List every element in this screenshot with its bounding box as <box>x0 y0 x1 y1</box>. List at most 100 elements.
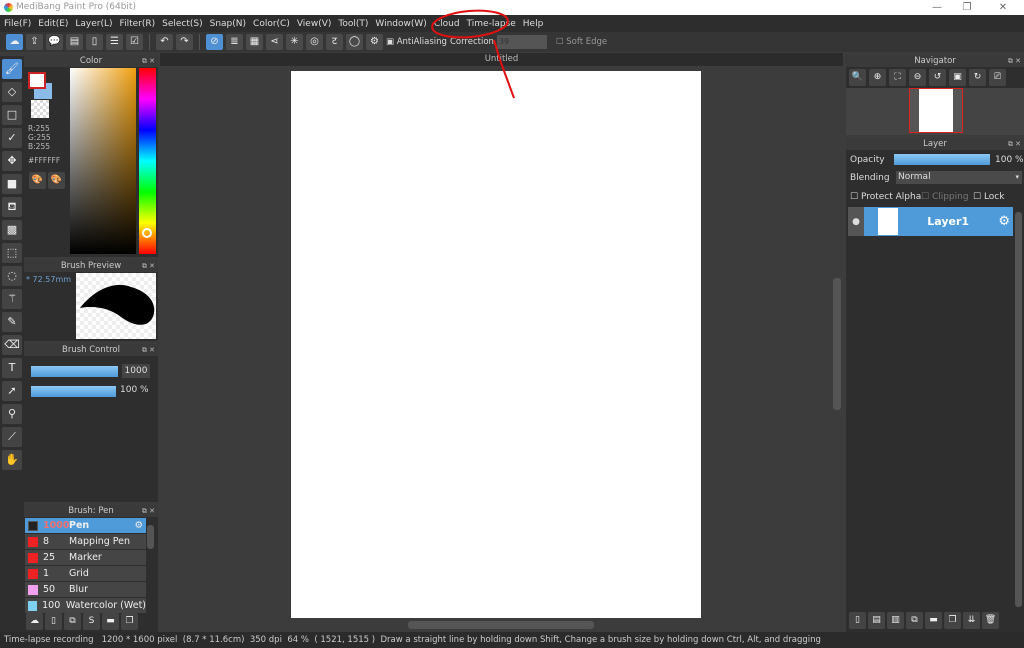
operation-tool-icon[interactable]: ➚ <box>2 381 22 401</box>
new-halftone-layer-icon[interactable]: ▤ <box>868 612 885 629</box>
brush-size-value[interactable]: 1000 <box>122 364 150 378</box>
magic-wand-tool-icon[interactable]: ⚚ <box>2 289 22 309</box>
menu-time-lapse[interactable]: Time-lapse <box>467 19 516 29</box>
duplicate-icon[interactable]: ❐ <box>121 613 138 630</box>
foreground-color-swatch[interactable] <box>28 72 46 89</box>
menu-filter[interactable]: Filter(R) <box>120 19 156 29</box>
new-8bit-layer-icon[interactable]: ▥ <box>887 612 904 629</box>
menu-snap[interactable]: Snap(N) <box>210 19 246 29</box>
curve-snap-icon[interactable]: ट <box>326 34 343 50</box>
delete-layer-icon[interactable]: 🗑 <box>982 612 999 629</box>
soft-edge-checkbox[interactable]: ☐ Soft Edge <box>556 37 607 47</box>
radial-snap-icon[interactable]: ✳ <box>286 34 303 50</box>
brush-item[interactable]: 25 Marker <box>25 550 146 566</box>
gradient-tool-icon[interactable]: ▩ <box>2 220 22 240</box>
menu-cloud[interactable]: Cloud <box>434 19 460 29</box>
menu-layer[interactable]: Layer(L) <box>75 19 112 29</box>
palette-icon[interactable]: 🎨 <box>29 172 46 189</box>
dot-tool-icon[interactable]: ✓ <box>2 128 22 148</box>
select-rect-tool-icon[interactable]: ⬚ <box>2 243 22 263</box>
menu-select[interactable]: Select(S) <box>162 19 203 29</box>
lasso-tool-icon[interactable]: ◌ <box>2 266 22 286</box>
menu-view[interactable]: View(V) <box>297 19 332 29</box>
palette-settings-icon[interactable]: 🎨 <box>48 172 65 189</box>
duplicate-layer-icon[interactable]: ❐ <box>944 612 961 629</box>
protect-alpha-checkbox[interactable]: ☐ Protect Alpha <box>850 192 921 202</box>
fill-rect-tool-icon[interactable]: ■ <box>2 174 22 194</box>
brush-item[interactable]: 8 Mapping Pen <box>25 534 146 550</box>
navigator-preview[interactable] <box>846 88 1024 135</box>
layer-opacity-slider[interactable] <box>894 154 990 165</box>
panel-close-icon[interactable]: ⧉ ✕ <box>142 344 155 356</box>
flip-icon[interactable]: ▣ <box>949 69 966 86</box>
undo-icon[interactable]: ↶ <box>156 34 173 50</box>
menu-help[interactable]: Help <box>523 19 544 29</box>
panel-close-icon[interactable]: ⧉ ✕ <box>142 260 155 272</box>
hue-slider-handle[interactable] <box>142 228 152 238</box>
brush-settings-gear-icon[interactable]: ⚙ <box>134 520 143 531</box>
brush-item[interactable]: 100 Watercolor (Wet) <box>25 598 146 614</box>
speech-bubble-icon[interactable]: 💬 <box>46 34 63 50</box>
zoom-in-icon[interactable]: ⊕ <box>869 69 886 86</box>
clipping-checkbox[interactable]: ☐ Clipping <box>921 192 969 202</box>
rotate-right-icon[interactable]: ↻ <box>969 69 986 86</box>
antialiasing-checkbox[interactable]: ▣ AntiAliasing <box>386 37 447 47</box>
hand-tool-icon[interactable]: ✋ <box>2 450 22 470</box>
eyedropper-tool-icon[interactable]: ⚲ <box>2 404 22 424</box>
new-brush-icon[interactable]: ▯ <box>45 613 62 630</box>
select-eraser-tool-icon[interactable]: ⌫ <box>2 335 22 355</box>
menu-color[interactable]: Color(C) <box>253 19 290 29</box>
restore-button[interactable]: ❐ <box>952 0 982 15</box>
correction-input[interactable]: 39 <box>496 35 547 49</box>
parallel-snap-icon[interactable]: ≣ <box>226 34 243 50</box>
cloud-icon[interactable]: ☁ <box>6 34 23 50</box>
visibility-eye-icon[interactable]: ● <box>848 207 864 236</box>
bucket-tool-icon[interactable]: ⛾ <box>2 197 22 217</box>
text-tool-icon[interactable]: T <box>2 358 22 378</box>
comment-icon[interactable]: ▤ <box>66 34 83 50</box>
divide-tool-icon[interactable]: ⟋ <box>2 427 22 447</box>
redo-icon[interactable]: ↷ <box>176 34 193 50</box>
fit-icon[interactable]: ⛶ <box>889 69 906 86</box>
menu-window[interactable]: Window(W) <box>375 19 426 29</box>
folder-icon[interactable]: ▬ <box>102 613 119 630</box>
menu-file[interactable]: File(F) <box>4 19 31 29</box>
minimize-button[interactable]: — <box>922 0 952 15</box>
layer-settings-gear-icon[interactable]: ⚙ <box>998 214 1010 229</box>
close-button[interactable]: ✕ <box>988 0 1018 15</box>
perspective-snap-icon[interactable]: ⋖ <box>266 34 283 50</box>
folder-icon[interactable]: ▬ <box>925 612 942 629</box>
drawing-canvas[interactable] <box>291 71 701 618</box>
layer-scrollbar[interactable] <box>1015 212 1022 607</box>
transparent-color-swatch[interactable] <box>31 100 49 118</box>
concentric-snap-icon[interactable]: ◎ <box>306 34 323 50</box>
circle-snap-icon[interactable]: ◯ <box>346 34 363 50</box>
move-tool-icon[interactable]: ✥ <box>2 151 22 171</box>
horizontal-scrollbar[interactable] <box>408 621 594 629</box>
new-layer-icon[interactable]: ▯ <box>849 612 866 629</box>
reset-rotation-icon[interactable]: ⎚ <box>989 69 1006 86</box>
brush-item[interactable]: 1 Grid <box>25 566 146 582</box>
add-brush-icon[interactable]: ⧉ <box>64 613 81 630</box>
rotate-left-icon[interactable]: ↺ <box>929 69 946 86</box>
menu-edit[interactable]: Edit(E) <box>38 19 68 29</box>
blending-select[interactable]: Normal ▾ <box>896 171 1022 184</box>
brush-opacity-slider[interactable] <box>31 386 116 397</box>
brush-list-scrollbar[interactable] <box>147 525 154 549</box>
panel-close-icon[interactable]: ⧉ ✕ <box>142 505 155 517</box>
cloud-download-icon[interactable]: ☁ <box>26 613 43 630</box>
brush-item[interactable]: 1000 Pen ⚙ <box>25 518 146 534</box>
canvas-tab[interactable]: Untitled <box>160 53 843 66</box>
merge-down-icon[interactable]: ⇊ <box>963 612 980 629</box>
menu-tool[interactable]: Tool(T) <box>338 19 368 29</box>
brush-size-slider[interactable] <box>31 366 118 377</box>
settings-gear-icon[interactable]: ⚙ <box>366 34 383 50</box>
hue-slider[interactable] <box>139 68 156 254</box>
page-icon[interactable]: ▯ <box>86 34 103 50</box>
zoom-actual-icon[interactable]: 🔍 <box>849 69 866 86</box>
saturation-value-picker[interactable] <box>70 68 136 254</box>
share-icon[interactable]: ⇪ <box>26 34 43 50</box>
grid-snap-icon[interactable]: ▦ <box>246 34 263 50</box>
panel-close-icon[interactable]: ⧉ ✕ <box>1008 138 1021 150</box>
lock-checkbox[interactable]: ☐ Lock <box>973 192 1004 202</box>
